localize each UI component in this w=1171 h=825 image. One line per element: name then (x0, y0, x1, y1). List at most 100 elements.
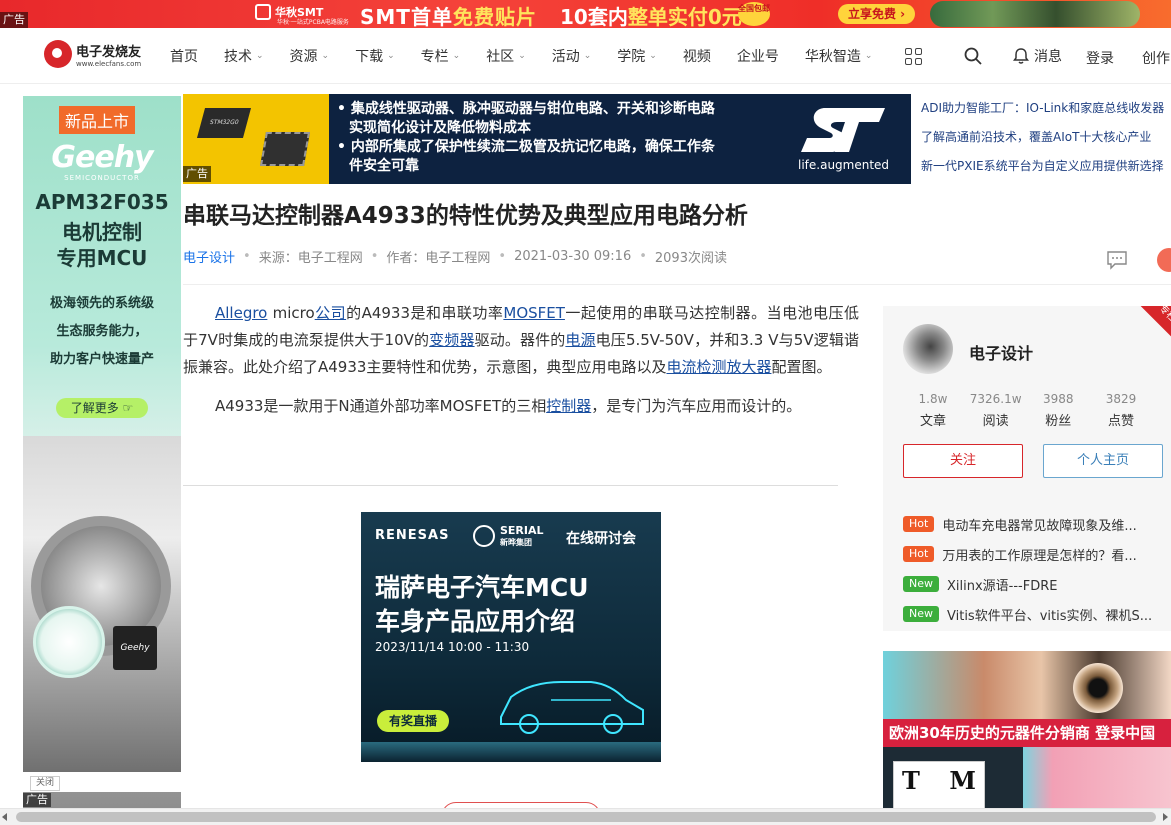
ren-ad-headline-1: 瑞萨电子汽车MCU (375, 573, 589, 602)
comment-icon[interactable] (1106, 250, 1128, 270)
left-ad-more-button[interactable]: 了解更多 ☞ (56, 398, 148, 418)
author-name[interactable]: 电子设计 (969, 340, 1033, 364)
left-ad-close-button[interactable]: 关闭 (30, 776, 61, 791)
hot-list-item[interactable]: Hot 万用表的工作原理是怎样的？看... (903, 539, 1171, 569)
st-ad-line2: 实现简化设计及降低物料成本 (349, 120, 531, 136)
nav-item-1[interactable]: 技术 ⌄ (224, 46, 264, 66)
logo-mark-icon (44, 40, 72, 68)
hot-list-text: Xilinx源语---FDRE (947, 578, 1058, 594)
hot-list-tag: Hot (903, 546, 935, 562)
nav-item-5[interactable]: 社区 ⌄ (486, 46, 526, 66)
nav-item-label: 首页 (170, 49, 198, 65)
nav-item-label: 华秋智造 (804, 49, 861, 65)
hot-list-text: Vitis软件平台、vitis实例、裸机S... (947, 608, 1153, 624)
author-stat: 3988 粉丝 (1028, 392, 1088, 429)
serial-sub: 新晔集团 (500, 538, 532, 547)
link-current-sense-amp[interactable]: 电流检测放大器 (666, 358, 771, 376)
scroll-right-arrow-icon[interactable] (1163, 813, 1168, 821)
author-stat-value: 7326.1w (969, 392, 1022, 406)
side-link-1[interactable]: 了解高通前沿技术，覆盖AIoT十大核心产业 (921, 123, 1171, 152)
author-stats: 1.8w 文章 7326.1w 阅读 3988 粉丝 3829 点赞 (903, 392, 1171, 429)
nav-item-label: 技术 (224, 49, 252, 65)
nav-item-7[interactable]: 学院 ⌄ (617, 46, 657, 66)
left-ad-line2: 电机控制 (62, 220, 142, 244)
nav-item-label: 下载 (355, 49, 384, 65)
nav-item-9[interactable]: 企业号 (737, 46, 779, 66)
hot-list-item[interactable]: Hot 电动车充电器常见故障现象及维... (903, 509, 1171, 539)
article-meta: 电子设计 • 来源：电子工程网 • 作者：电子工程网 • 2021-03-30 … (183, 247, 727, 266)
link-controller[interactable]: 控制器 (546, 397, 591, 415)
apps-grid-icon[interactable] (905, 48, 922, 65)
site-logo[interactable]: 电子发烧友 www.elecfans.com (44, 40, 141, 68)
nav-item-3[interactable]: 下载 ⌄ (355, 46, 395, 66)
left-ad-semi: SEMICONDUCTOR (64, 174, 140, 182)
nav-item-2[interactable]: 资源 ⌄ (290, 46, 330, 66)
article-body: Allegro micro公司的A4933是和串联功率MOSFET一起使用的串联… (183, 300, 859, 432)
right-ad-pink-panel (1023, 747, 1171, 811)
ren-ad-headline-2: 车身产品应用介绍 (375, 607, 576, 636)
share-icon[interactable] (1157, 248, 1171, 272)
side-links: ADI助力智能工厂：IO-Link和家庭总线收发器 了解高通前沿技术，覆盖AIoT… (921, 94, 1171, 181)
hot-list-text: 万用表的工作原理是怎样的？看... (942, 548, 1137, 564)
right-ad-band: 欧洲30年历史的元器件分销商 登录中国 (883, 719, 1171, 747)
nav-item-0[interactable]: 首页 (170, 46, 198, 66)
author-avatar[interactable] (903, 324, 953, 374)
create-link[interactable]: 创作 (1142, 48, 1170, 68)
st-banner-ad[interactable]: STM32G0 广告 • 集成线性驱动器、脉冲驱动器与钳位电路、开关和诊断电路 … (183, 94, 911, 184)
article-header: 串联马达控制器A4933的特性优势及典型应用电路分析 (183, 196, 748, 230)
author-home-button[interactable]: 个人主页 (1043, 444, 1163, 478)
nav-item-4[interactable]: 专栏 ⌄ (421, 46, 461, 66)
hot-list-item[interactable]: New Xilinx源语---FDRE (903, 569, 1171, 599)
scroll-left-arrow-icon[interactable] (2, 813, 7, 821)
body-divider (183, 485, 838, 486)
webinar-label: 在线研讨会 (566, 531, 636, 547)
nav-item-8[interactable]: 视频 (683, 46, 711, 66)
hot-list-tag: New (903, 606, 939, 622)
nav-item-6[interactable]: 活动 ⌄ (552, 46, 592, 66)
hot-list-tag: New (903, 576, 939, 592)
promo-chips-image (930, 1, 1140, 27)
left-ad-brand: Geehy (51, 140, 153, 175)
chevron-down-icon: ⌄ (387, 51, 395, 61)
left-geehy-ad[interactable]: 新品上市 Geehy SEMICONDUCTOR APM32F035 电机控制 … (23, 96, 181, 808)
link-power[interactable]: 电源 (565, 331, 595, 349)
side-link-2[interactable]: 新一代PXIE系统平台为自定义应用提供新选择 (921, 152, 1171, 181)
p2-text2: ，是专门为汽车应用而设计的。 (591, 397, 802, 415)
hot-list-item[interactable]: New Vitis软件平台、vitis实例、裸机S... (903, 599, 1171, 629)
messages-label: 消息 (1034, 49, 1062, 65)
promo-slogan-2b: 整单实付0元 (627, 5, 742, 28)
search-icon[interactable] (964, 47, 982, 65)
link-inverter[interactable]: 变频器 (429, 331, 474, 349)
messages-link[interactable]: 消息 (1012, 46, 1062, 66)
left-ad-desc2: 生态服务能力， (56, 324, 148, 339)
ren-ad-live-button[interactable]: 有奖直播 (377, 710, 450, 732)
p1-text6: 配置图。 (771, 358, 832, 376)
chevron-down-icon: ⌄ (518, 51, 526, 61)
st-ad-tag: 广告 (183, 166, 211, 182)
top-promo-banner[interactable]: 广告 华秋SMT 华秋·一站式PCBA电路服务 SMT首单免费贴片 10套内整单… (0, 0, 1171, 28)
left-ad-desc3: 助力客户快速量产 (49, 352, 154, 367)
scrollbar-thumb[interactable] (16, 812, 1156, 822)
renesas-webinar-ad[interactable]: RENESAS SERIAL 新晔集团 在线研讨会 瑞萨电子汽车MCU 车身产品应… (361, 512, 661, 762)
link-company[interactable]: 公司 (315, 304, 346, 322)
link-mosfet[interactable]: MOSFET (503, 304, 565, 322)
right-ad-logo: T M (893, 761, 985, 811)
author-stat-value: 3829 (1105, 392, 1137, 406)
horizontal-scrollbar[interactable] (0, 808, 1171, 825)
promo-slogan-1a: SMT首单 (360, 5, 453, 28)
right-distributor-ad[interactable]: 欧洲30年历史的元器件分销商 登录中国 T M (883, 651, 1171, 811)
follow-button[interactable]: 关注 (903, 444, 1023, 478)
nav-item-10[interactable]: 华秋智造 ⌄ (805, 46, 873, 66)
left-ad-model: APM32F035 (35, 190, 169, 214)
promo-cta-button[interactable]: 立享免费 › (838, 4, 916, 24)
st-ad-line3: • 内部所集成了保护性续流二极管及抗记忆电路，确保工作条 (337, 139, 715, 155)
right-ad-image (883, 651, 1171, 719)
p1-text2: 的A4933是和串联功率 (346, 304, 504, 322)
article-category-link[interactable]: 电子设计 (183, 247, 235, 266)
article-date: 2021-03-30 09:16 (514, 249, 632, 264)
link-allegro[interactable]: Allegro (215, 304, 267, 322)
login-link[interactable]: 登录 (1086, 48, 1114, 68)
right-ad-logo-t: T (902, 766, 920, 795)
author-stat-value: 3988 (1043, 392, 1074, 406)
side-link-0[interactable]: ADI助力智能工厂：IO-Link和家庭总线收发器 (921, 94, 1171, 123)
